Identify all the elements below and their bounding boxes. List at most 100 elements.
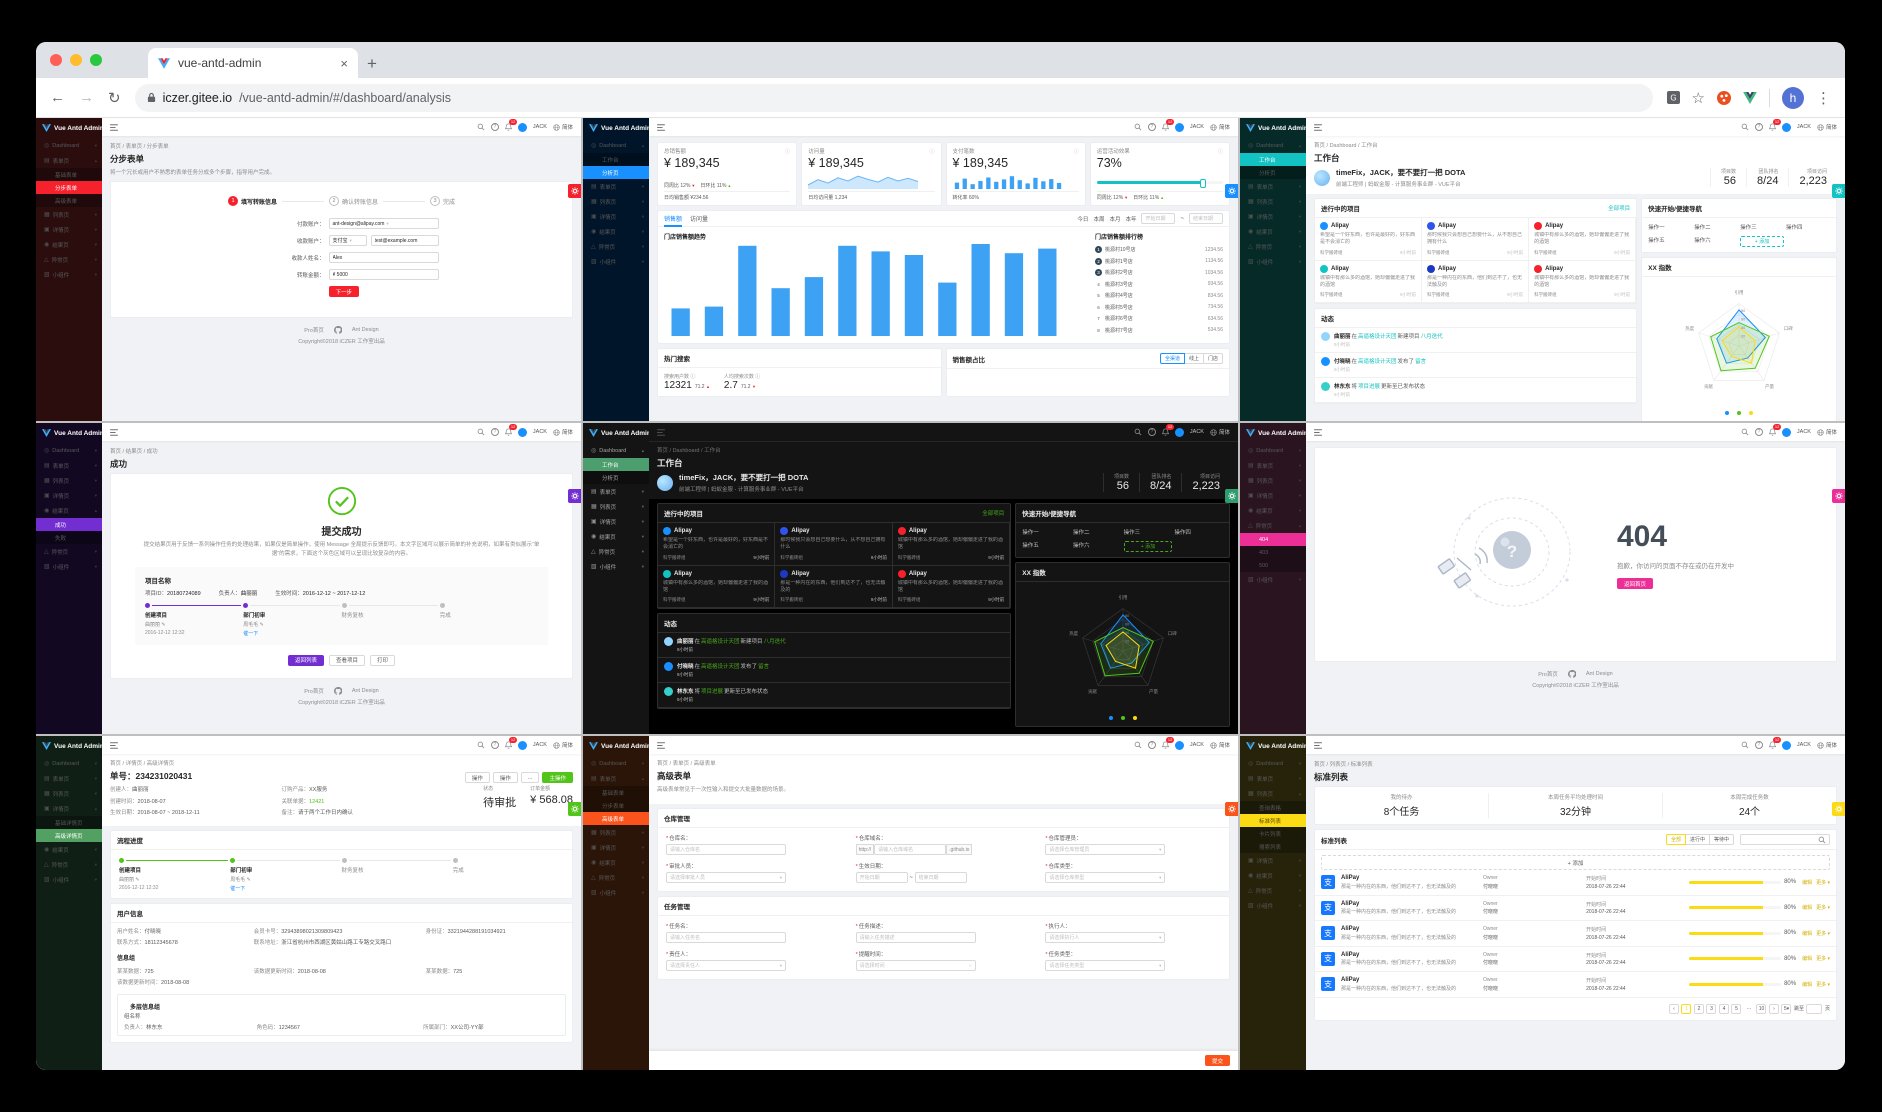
sidebar-item[interactable]: ▣ 详情页 ▾ [583, 514, 649, 529]
theme-setting-button[interactable] [1225, 802, 1238, 816]
project-card[interactable]: Alipay 城镇中有那么多的酒馆，她却偏偏走进了我的酒馆 科学搬砖组 9小时前 [658, 565, 776, 608]
field-input[interactable] [328, 252, 439, 263]
footer-link[interactable]: Pro首页 [304, 326, 324, 334]
project-group[interactable]: 科学搬砖组 [898, 555, 921, 561]
bookmark-star-icon[interactable]: ☆ [1692, 89, 1705, 107]
sidebar-item[interactable]: ▤ 表单页 ▴ [583, 771, 649, 786]
sidebar-item[interactable]: ▧ 小组件 ▾ [1240, 898, 1306, 913]
search-icon[interactable] [1134, 741, 1142, 749]
search-input[interactable] [1744, 835, 1818, 844]
list-filter[interactable]: 全部 [1665, 834, 1686, 845]
project-group[interactable]: 科学搬砖组 [1534, 292, 1557, 298]
tab-close-icon[interactable]: × [340, 56, 348, 71]
sidebar-subitem[interactable]: 分析页 [583, 166, 649, 179]
footer-link[interactable]: Pro首页 [1538, 670, 1558, 678]
language-selector[interactable]: 简体 [1817, 428, 1837, 436]
project-group[interactable]: 科学搬砖组 [1320, 292, 1343, 298]
sidebar-item[interactable]: △ 异常页 ▾ [36, 857, 102, 872]
sidebar-item[interactable]: △ 异常页 ▾ [1240, 239, 1306, 254]
sidebar-item[interactable]: ▤ 表单页 ▾ [36, 458, 102, 473]
add-link[interactable]: + 添加 [1740, 236, 1785, 247]
list-search[interactable] [1740, 834, 1830, 845]
search-icon[interactable] [1134, 123, 1142, 131]
notification-icon[interactable]: 12 [504, 424, 518, 436]
sidebar-subitem[interactable]: 失败 [36, 531, 102, 544]
edit-link[interactable]: 编辑 [1802, 904, 1812, 911]
project-group[interactable]: 科学搬砖组 [663, 597, 686, 603]
menu-fold-icon[interactable] [110, 428, 118, 436]
sidebar-item[interactable]: ▦ 列表页 ▾ [1240, 194, 1306, 209]
feed-segment[interactable]: 项目进展 [1358, 384, 1380, 390]
add-link[interactable]: + 添加 [1123, 541, 1173, 552]
sidebar-subitem[interactable]: 基础表单 [36, 168, 102, 181]
sidebar-item[interactable]: ◉ 结果页 ▴ [36, 503, 102, 518]
sidebar-item[interactable]: ◉ 结果页 ▾ [583, 529, 649, 544]
next-step-button[interactable]: 下一步 [328, 286, 360, 297]
form-input[interactable] [855, 932, 976, 943]
search-icon[interactable] [1818, 836, 1826, 844]
theme-setting-button[interactable] [1832, 802, 1845, 816]
sidebar-item[interactable]: ▦ 列表页 ▾ [1240, 473, 1306, 488]
user-avatar[interactable] [1781, 740, 1791, 750]
help-icon[interactable]: ? [490, 741, 499, 749]
quick-link[interactable]: 操作六 [1073, 541, 1122, 552]
notification-icon[interactable]: 12 [1768, 737, 1782, 749]
project-group[interactable]: 科学搬砖组 [1534, 250, 1557, 256]
form-input[interactable] [666, 844, 786, 855]
sidebar-item[interactable]: △ 异常页 ▾ [583, 239, 649, 254]
date-start-input[interactable] [855, 872, 908, 883]
list-filter[interactable]: 进行中 [1684, 834, 1710, 845]
sidebar-item[interactable]: ◎ Dashboard ▾ [36, 443, 102, 458]
sidebar-item[interactable]: ▣ 详情页 ▾ [1240, 853, 1306, 868]
sidebar-item[interactable]: ◉ 结果页 ▾ [1240, 224, 1306, 239]
help-icon[interactable]: ? [1147, 428, 1156, 436]
form-select[interactable]: 请选择仓库管理员 ▾ [1045, 844, 1166, 855]
language-selector[interactable]: 简体 [1210, 428, 1230, 436]
project-group[interactable]: 科学搬砖组 [780, 555, 803, 561]
menu-fold-icon[interactable] [110, 741, 118, 749]
github-icon[interactable] [1567, 670, 1576, 678]
user-avatar[interactable] [1174, 427, 1184, 437]
form-select[interactable]: 请选择任务类型 ▾ [1045, 960, 1166, 971]
feed-segment[interactable]: 八月迭代 [764, 639, 786, 645]
search-icon[interactable] [477, 428, 485, 436]
form-input[interactable] [666, 932, 786, 943]
notification-icon[interactable]: 12 [1768, 119, 1782, 131]
sidebar-item[interactable]: ▤ 表单页 ▴ [36, 153, 102, 168]
sidebar-item[interactable]: ▧ 小组件 ▾ [583, 254, 649, 269]
theme-setting-button[interactable] [1832, 489, 1845, 503]
search-icon[interactable] [1741, 123, 1749, 131]
sidebar-item[interactable]: ▣ 详情页 ▴ [36, 801, 102, 816]
project-card[interactable]: Alipay 那时候我只会想自己想要什么，从不想自己拥有什么 科学搬砖组 9小时前 [775, 523, 893, 566]
feed-segment[interactable]: 高逼格设计天团 [701, 639, 740, 645]
quick-link[interactable]: 操作一 [1022, 528, 1071, 536]
edit-link[interactable]: 编辑 [1802, 930, 1812, 937]
profile-avatar[interactable]: h [1782, 86, 1804, 109]
submit-button[interactable]: 提交 [1204, 1055, 1230, 1066]
action-button[interactable]: 主操作 [542, 772, 573, 783]
channel-filter[interactable]: 门店 [1202, 353, 1223, 364]
project-card[interactable]: Alipay 城镇中有那么多的酒馆，她却偏偏走进了我的酒馆 科学搬砖组 9小时前 [1315, 260, 1423, 303]
sidebar-item[interactable]: ▦ 列表页 ▴ [1240, 786, 1306, 801]
sidebar-item[interactable]: ▧ 小组件 ▾ [36, 872, 102, 887]
tab-visits[interactable]: 访问量 [690, 211, 708, 227]
project-card[interactable]: Alipay 城镇中有那么多的酒馆，她却偏偏走进了我的酒馆 科学搬砖组 9小时前 [892, 565, 1011, 608]
menu-fold-icon[interactable] [1314, 428, 1322, 436]
quick-link[interactable]: 操作一 [1648, 223, 1692, 231]
sidebar-item[interactable]: ▧ 小组件 ▾ [1240, 572, 1306, 587]
search-icon[interactable] [477, 123, 485, 131]
menu-fold-icon[interactable] [657, 741, 665, 749]
sidebar-item[interactable]: ◉ 结果页 ▾ [1240, 868, 1306, 883]
form-select[interactable]: 请选择责任人 ▾ [666, 960, 786, 971]
sidebar-item[interactable]: ◉ 结果页 ▾ [583, 855, 649, 870]
quick-link[interactable]: 操作四 [1174, 528, 1223, 536]
forward-icon[interactable]: → [79, 89, 94, 106]
vue-devtools-icon[interactable] [1743, 91, 1757, 104]
tab-sales[interactable]: 销售额 [664, 211, 682, 227]
user-avatar[interactable] [1781, 427, 1791, 437]
quick-filter[interactable]: 本年 [1125, 215, 1136, 223]
form-select[interactable]: 请选择审批人员 ▾ [666, 872, 786, 883]
project-group[interactable]: 科学搬砖组 [1427, 250, 1450, 256]
sidebar-subitem[interactable]: 工作台 [583, 458, 649, 471]
quick-link[interactable]: 操作六 [1694, 236, 1738, 247]
